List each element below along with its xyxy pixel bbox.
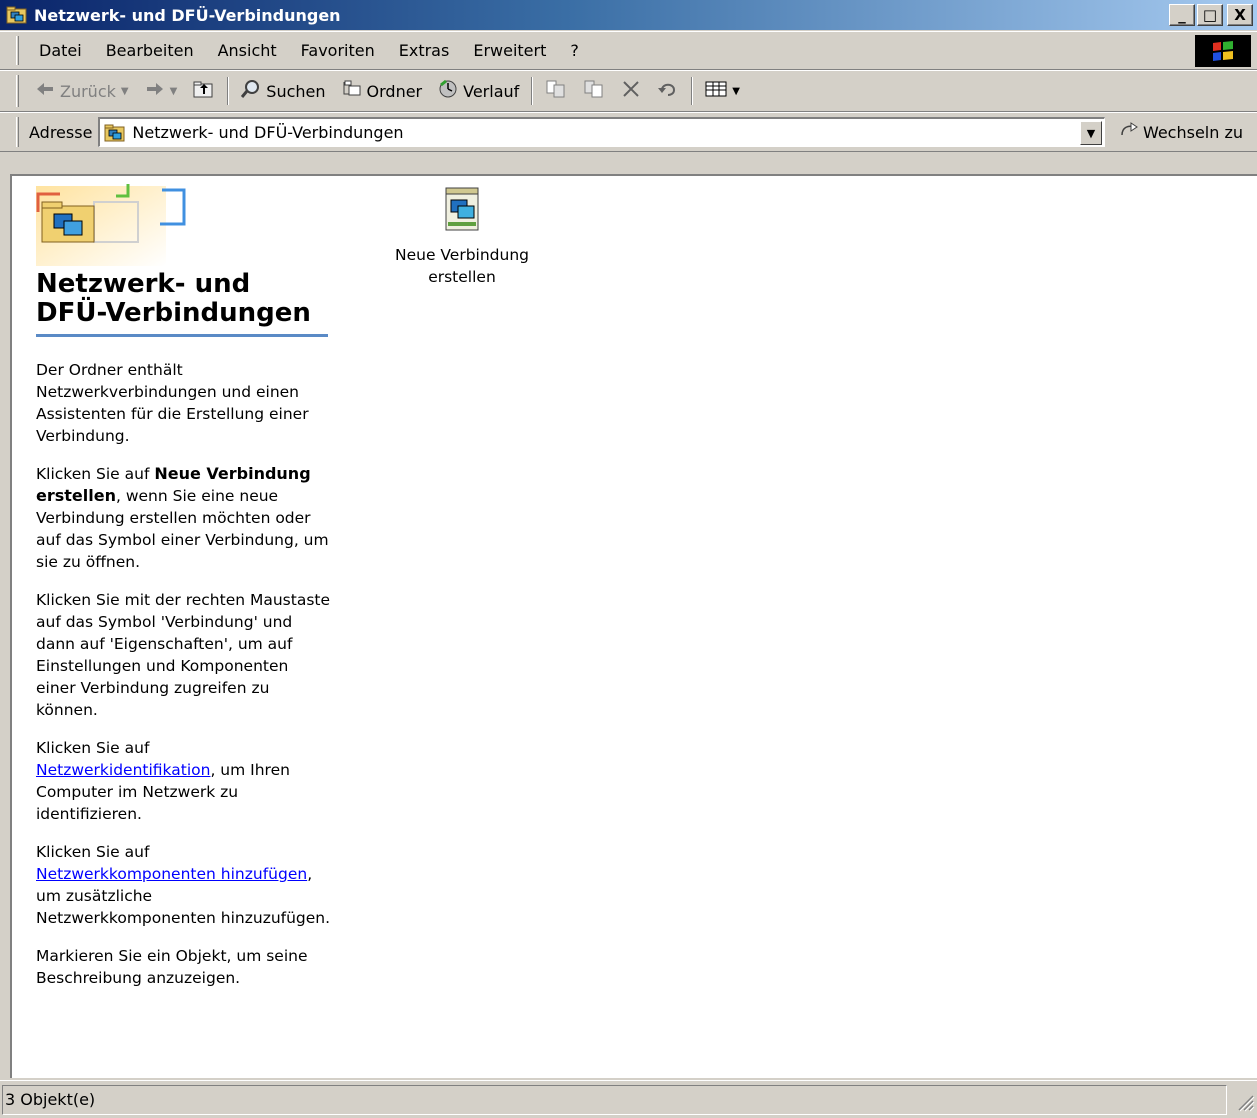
close-icon: X xyxy=(1234,6,1246,24)
copy-to-icon xyxy=(583,79,605,103)
toolbar-separator xyxy=(691,77,694,105)
folder-description: Der Ordner enthält Netzwerkverbindungen … xyxy=(36,359,331,989)
folder-banner xyxy=(36,176,346,266)
menu-favoriten[interactable]: Favoriten xyxy=(289,41,387,60)
history-button[interactable]: Verlauf xyxy=(430,74,527,108)
toolbar-separator xyxy=(531,77,534,105)
up-button[interactable] xyxy=(185,74,223,108)
status-cell: 3 Objekt(e) xyxy=(2,1084,1227,1115)
undo-icon xyxy=(657,80,679,102)
delete-button[interactable] xyxy=(613,74,649,108)
description-paragraph: Klicken Sie auf Netzwerkidentifikation, … xyxy=(36,737,331,825)
forward-arrow-icon xyxy=(145,81,165,101)
item-label-line2: erstellen xyxy=(428,268,496,286)
text-span: Klicken Sie auf xyxy=(36,739,150,757)
folder-title-line1: Netzwerk- und xyxy=(36,269,251,299)
web-view-pane: Netzwerk- und DFÜ-Verbindungen Der Ordne… xyxy=(36,176,346,989)
text-span: Klicken Sie auf xyxy=(36,843,150,861)
title-bar[interactable]: Netzwerk- und DFÜ-Verbindungen _ □ X xyxy=(0,0,1257,30)
minimize-button[interactable]: _ xyxy=(1169,4,1195,26)
menu-bar: Datei Bearbeiten Ansicht Favoriten Extra… xyxy=(0,31,1257,70)
windows-logo-icon xyxy=(1195,35,1251,67)
menu-ansicht[interactable]: Ansicht xyxy=(206,41,289,60)
folder-title: Netzwerk- und DFÜ-Verbindungen xyxy=(36,266,328,337)
address-value: Netzwerk- und DFÜ-Verbindungen xyxy=(132,123,404,142)
description-paragraph: Der Ordner enthält Netzwerkverbindungen … xyxy=(36,361,309,445)
menu-bearbeiten[interactable]: Bearbeiten xyxy=(94,41,206,60)
menu-extras[interactable]: Extras xyxy=(387,41,462,60)
back-button[interactable]: Zurück ▼ xyxy=(27,74,137,108)
maximize-button[interactable]: □ xyxy=(1197,4,1223,26)
search-icon xyxy=(241,79,261,103)
window-title: Netzwerk- und DFÜ-Verbindungen xyxy=(34,5,341,25)
network-folder-icon xyxy=(6,5,28,25)
undo-button[interactable] xyxy=(649,74,687,108)
move-to-button[interactable] xyxy=(537,74,575,108)
description-paragraph: Klicken Sie auf Netzwerkkomponenten hinz… xyxy=(36,841,331,929)
maximize-icon: □ xyxy=(1202,6,1218,24)
add-network-components-link[interactable]: Netzwerkkomponenten hinzufügen xyxy=(36,865,307,883)
toolbar-separator xyxy=(227,77,230,105)
new-connection-icon xyxy=(442,184,482,234)
network-folder-icon xyxy=(104,123,126,143)
address-label: Adresse xyxy=(29,122,93,142)
delete-icon xyxy=(621,79,641,103)
address-bar: Adresse Netzwerk- und DFÜ-Verbindungen ▼… xyxy=(0,112,1257,152)
views-dropdown-icon[interactable]: ▼ xyxy=(732,86,740,97)
back-dropdown-icon[interactable]: ▼ xyxy=(121,86,129,97)
description-paragraph: Klicken Sie auf Neue Verbindung erstelle… xyxy=(36,463,331,573)
forward-button[interactable]: ▼ xyxy=(137,74,186,108)
folder-title-line2: DFÜ-Verbindungen xyxy=(36,298,311,328)
folders-icon xyxy=(342,80,362,102)
toolbar-grip[interactable] xyxy=(16,75,19,107)
description-paragraph: Markieren Sie ein Objekt, um seine Besch… xyxy=(36,947,308,987)
description-paragraph: Klicken Sie mit der rechten Maustaste au… xyxy=(36,591,331,719)
forward-dropdown-icon[interactable]: ▼ xyxy=(170,86,178,97)
menu-erweitert[interactable]: Erweitert xyxy=(461,41,558,60)
menubar-grip[interactable] xyxy=(16,35,19,66)
back-label: Zurück xyxy=(60,81,116,101)
move-to-icon xyxy=(545,79,567,103)
search-label: Suchen xyxy=(266,81,326,101)
item-label-line1: Neue Verbindung xyxy=(394,246,530,264)
folders-label: Ordner xyxy=(366,81,423,101)
views-button[interactable]: ▼ xyxy=(697,74,748,108)
new-connection-item[interactable]: Neue Verbindung erstellen xyxy=(382,184,542,288)
history-icon xyxy=(438,79,458,103)
addressbar-grip[interactable] xyxy=(16,116,19,148)
banner-graphic xyxy=(36,184,186,266)
up-folder-icon xyxy=(193,80,215,102)
go-button[interactable]: Wechseln zu xyxy=(1105,121,1257,143)
address-input[interactable]: Netzwerk- und DFÜ-Verbindungen ▼ xyxy=(98,117,1105,147)
network-identification-link[interactable]: Netzwerkidentifikation xyxy=(36,761,210,779)
status-bar: 3 Objekt(e) xyxy=(0,1080,1257,1118)
standard-toolbar: Zurück ▼ ▼ Suchen Ordner Verlauf ▼ xyxy=(0,70,1257,112)
copy-to-button[interactable] xyxy=(575,74,613,108)
menu-help[interactable]: ? xyxy=(558,41,591,60)
history-label: Verlauf xyxy=(463,81,520,101)
back-arrow-icon xyxy=(35,81,55,101)
status-text: 3 Objekt(e) xyxy=(5,1090,96,1109)
folders-button[interactable]: Ordner xyxy=(334,74,431,108)
folder-view[interactable]: Netzwerk- und DFÜ-Verbindungen Der Ordne… xyxy=(10,174,1257,1078)
go-label: Wechseln zu xyxy=(1142,122,1243,142)
search-button[interactable]: Suchen xyxy=(233,74,333,108)
minimize-icon: _ xyxy=(1178,6,1186,24)
resize-grip-icon[interactable] xyxy=(1231,1088,1255,1112)
close-button[interactable]: X xyxy=(1227,4,1253,26)
go-arrow-icon xyxy=(1119,121,1139,143)
views-icon xyxy=(705,80,727,102)
menu-datei[interactable]: Datei xyxy=(27,41,94,60)
text-span: Klicken Sie auf xyxy=(36,465,155,483)
address-dropdown-icon[interactable]: ▼ xyxy=(1079,121,1102,145)
